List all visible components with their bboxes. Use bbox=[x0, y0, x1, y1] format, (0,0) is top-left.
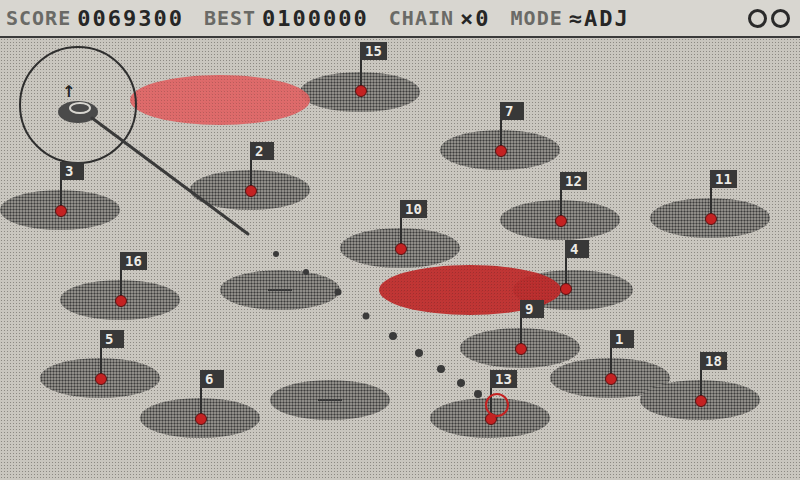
flag-number: 9 bbox=[520, 300, 544, 318]
hole[interactable] bbox=[95, 373, 107, 385]
flag[interactable]: 15 bbox=[360, 42, 400, 90]
flag-number: 10 bbox=[400, 200, 427, 218]
flag-number: 16 bbox=[120, 252, 147, 270]
flag[interactable]: 12 bbox=[560, 172, 600, 220]
aim-ring-icon bbox=[20, 47, 136, 163]
flag[interactable]: 5 bbox=[100, 330, 140, 378]
target-ring bbox=[485, 393, 509, 417]
ball-icon bbox=[58, 101, 98, 123]
hole[interactable] bbox=[560, 283, 572, 295]
flag-number: 13 bbox=[490, 370, 517, 388]
flag-number: 11 bbox=[710, 170, 737, 188]
hud-bar: SCORE0069300 BEST0100000 CHAIN×0 MODE≈ADJ bbox=[0, 0, 800, 38]
hole[interactable] bbox=[485, 413, 497, 425]
flag[interactable]: 16 bbox=[120, 252, 160, 300]
trajectory-dot bbox=[437, 365, 445, 373]
hole[interactable] bbox=[705, 213, 717, 225]
best: BEST0100000 bbox=[204, 6, 369, 31]
flag[interactable]: 18 bbox=[700, 352, 740, 400]
flag[interactable]: 1 bbox=[610, 330, 650, 378]
ball-swirl-icon bbox=[70, 103, 90, 113]
course[interactable]: ↑ 15 7 2 3 12 11 10 16 4 9 1 18 5 6 13 bbox=[0, 38, 800, 480]
aim-line[interactable] bbox=[92, 118, 248, 234]
hole[interactable] bbox=[115, 295, 127, 307]
game-screen: SCORE0069300 BEST0100000 CHAIN×0 MODE≈ADJ ↑ 1… bbox=[0, 0, 800, 480]
hole[interactable] bbox=[195, 413, 207, 425]
flag[interactable]: 4 bbox=[565, 240, 605, 288]
trajectory-dot bbox=[335, 289, 342, 296]
hole[interactable] bbox=[695, 395, 707, 407]
best-label: BEST bbox=[204, 6, 256, 30]
lives bbox=[748, 9, 790, 28]
flag[interactable]: 3 bbox=[60, 162, 100, 210]
score-value: 0069300 bbox=[77, 6, 184, 31]
score-label: SCORE bbox=[6, 6, 71, 30]
trajectory-dot bbox=[389, 332, 397, 340]
flag-number: 12 bbox=[560, 172, 587, 190]
hole[interactable] bbox=[515, 343, 527, 355]
green bbox=[270, 380, 390, 420]
trajectory-dot bbox=[415, 349, 423, 357]
best-value: 0100000 bbox=[262, 6, 369, 31]
flag-number: 18 bbox=[700, 352, 727, 370]
hole[interactable] bbox=[355, 85, 367, 97]
flag[interactable]: 7 bbox=[500, 102, 540, 150]
trajectory-dot bbox=[273, 251, 279, 257]
flag-number: 1 bbox=[610, 330, 634, 348]
trajectory-dot bbox=[474, 390, 482, 398]
green-mark bbox=[268, 289, 292, 291]
chain: CHAIN×0 bbox=[389, 6, 491, 31]
flag[interactable]: 9 bbox=[520, 300, 560, 348]
hole[interactable] bbox=[395, 243, 407, 255]
trajectory-dot bbox=[303, 269, 309, 275]
mode: MODE≈ADJ bbox=[511, 6, 630, 31]
flag-number: 5 bbox=[100, 330, 124, 348]
mode-label: MODE bbox=[511, 6, 563, 30]
chain-label: CHAIN bbox=[389, 6, 454, 30]
score: SCORE0069300 bbox=[6, 6, 184, 31]
flag-number: 3 bbox=[60, 162, 84, 180]
hole[interactable] bbox=[245, 185, 257, 197]
aim-arrow: ↑ bbox=[62, 84, 75, 100]
flag-number: 7 bbox=[500, 102, 524, 120]
flag-number: 6 bbox=[200, 370, 224, 388]
life-icon bbox=[748, 9, 767, 28]
green-mark bbox=[318, 399, 342, 401]
green bbox=[220, 270, 340, 310]
hole[interactable] bbox=[495, 145, 507, 157]
mode-value: ≈ADJ bbox=[569, 6, 630, 31]
chain-value: ×0 bbox=[460, 6, 491, 31]
flag[interactable]: 11 bbox=[710, 170, 750, 218]
hole[interactable] bbox=[55, 205, 67, 217]
life-icon bbox=[771, 9, 790, 28]
flag[interactable]: 10 bbox=[400, 200, 440, 248]
flag-number: 2 bbox=[250, 142, 274, 160]
trajectory-dot bbox=[457, 379, 465, 387]
hazard bbox=[130, 75, 310, 125]
trajectory-dot bbox=[363, 313, 370, 320]
flag-number: 15 bbox=[360, 42, 387, 60]
hole[interactable] bbox=[605, 373, 617, 385]
flag[interactable]: 2 bbox=[250, 142, 290, 190]
hole[interactable] bbox=[555, 215, 567, 227]
flag-number: 4 bbox=[565, 240, 589, 258]
flag[interactable]: 6 bbox=[200, 370, 240, 418]
